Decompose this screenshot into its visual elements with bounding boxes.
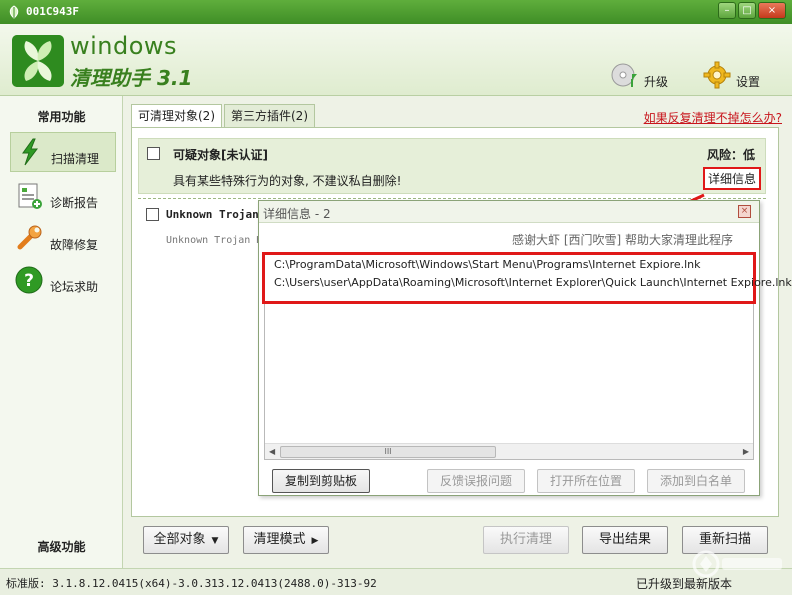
app-leaf-icon: [9, 5, 19, 19]
item-checkbox[interactable]: [146, 208, 159, 221]
svg-text:?: ?: [24, 271, 34, 291]
maximize-button[interactable]: □: [738, 2, 756, 19]
execute-clean-button[interactable]: 执行清理: [483, 526, 569, 554]
sidebar-item-forum[interactable]: ? 论坛求助: [10, 260, 116, 300]
lightning-icon: [22, 138, 38, 166]
sidebar-item-label: 故障修复: [50, 237, 99, 252]
upgrade-label: 升级: [644, 75, 669, 89]
sidebar-item-scan[interactable]: 扫描清理: [10, 132, 116, 172]
item-description: Unknown Trojan H: [166, 235, 263, 246]
brand-subtitle: 清理助手 3.1: [70, 66, 193, 90]
item-checkbox[interactable]: [147, 147, 160, 160]
clean-mode-menu[interactable]: 清理模式 ▶: [243, 526, 329, 554]
common-functions-heading: 常用功能: [37, 110, 86, 124]
window-controls: – □ ×: [718, 2, 786, 19]
minimize-button[interactable]: –: [718, 2, 736, 19]
status-bar: 标准版: 3.1.8.12.0415(x64)-3.0.313.12.0413(…: [0, 568, 792, 595]
copy-to-clipboard-button[interactable]: 复制到剪贴板: [272, 469, 370, 493]
watermark-logo-icon: [692, 550, 782, 578]
divider: [138, 198, 766, 199]
sidebar-item-label: 诊断报告: [50, 195, 99, 210]
logo-icon: [12, 35, 64, 87]
sidebar-item-repair[interactable]: 故障修复: [10, 218, 116, 258]
path-item[interactable]: C:\Users\user\AppData\Roaming\Microsoft\…: [274, 276, 792, 289]
dialog-title: 详细信息 - 2: [263, 207, 331, 221]
upgrade-cd-icon: [611, 63, 637, 87]
report-false-positive-button[interactable]: 反馈误报问题: [427, 469, 525, 493]
chevron-right-icon: ▶: [311, 536, 319, 546]
help-link[interactable]: 如果反复清理不掉怎么办?: [644, 109, 782, 126]
title-bar: 001C943F – □ ×: [0, 0, 792, 24]
scroll-thumb[interactable]: III: [280, 446, 496, 458]
settings-button[interactable]: 设置: [702, 56, 760, 90]
sidebar-item-report[interactable]: 诊断报告: [10, 176, 116, 216]
dialog-title-bar: 详细信息 - 2 ×: [259, 201, 759, 223]
version-text: 标准版: 3.1.8.12.0415(x64)-3.0.313.12.0413(…: [6, 577, 377, 590]
add-whitelist-button[interactable]: 添加到白名单: [647, 469, 745, 493]
list-item[interactable]: 可疑对象[未认证] 风险：低 具有某些特殊行为的对象, 不建议私自删除! 详细信…: [138, 138, 766, 194]
detail-link[interactable]: 详细信息: [702, 167, 761, 190]
sidebar: 常用功能 扫描清理 诊断报告 故障修复 ? 论坛求助 高级功能: [0, 96, 123, 568]
item-title: 可疑对象[未认证]: [173, 148, 268, 162]
tab-plugins[interactable]: 第三方插件(2): [224, 104, 315, 128]
thanks-text: 感谢大虾 [西门吹雪] 帮助大家清理此程序: [512, 233, 733, 247]
horizontal-scrollbar[interactable]: ◀ III ▶: [265, 443, 753, 459]
close-icon[interactable]: ×: [738, 205, 751, 218]
bottom-toolbar: 全部对象 ▼ 清理模式 ▶ 执行清理 导出结果 重新扫描: [131, 517, 779, 568]
window-title: 001C943F: [26, 5, 79, 18]
scroll-right-icon[interactable]: ▶: [743, 447, 749, 456]
app-header: windows 清理助手 3.1 升级 设置: [0, 24, 792, 96]
open-location-button[interactable]: 打开所在位置: [537, 469, 635, 493]
path-listbox: ◀ III ▶: [264, 304, 754, 460]
report-icon: [18, 183, 42, 209]
gear-icon: [703, 61, 731, 89]
close-button[interactable]: ×: [758, 2, 786, 19]
scroll-left-icon[interactable]: ◀: [269, 447, 275, 456]
item-description: 具有某些特殊行为的对象, 不建议私自删除!: [173, 174, 402, 188]
upgrade-button[interactable]: 升级: [610, 56, 668, 90]
export-results-button[interactable]: 导出结果: [582, 526, 668, 554]
help-icon: ?: [15, 266, 43, 294]
path-item[interactable]: C:\ProgramData\Microsoft\Windows\Start M…: [274, 258, 701, 271]
tab-strip: 可清理对象(2) 第三方插件(2): [131, 104, 317, 128]
sidebar-item-label: 论坛求助: [50, 279, 99, 294]
risk-label: 风险：低: [706, 148, 755, 162]
all-objects-dropdown[interactable]: 全部对象 ▼: [143, 526, 229, 554]
tab-cleanable[interactable]: 可清理对象(2): [131, 104, 222, 128]
brand-name: windows: [70, 32, 178, 60]
detail-dialog: 详细信息 - 2 × 感谢大虾 [西门吹雪] 帮助大家清理此程序 C:\Prog…: [258, 200, 792, 496]
path-list: C:\ProgramData\Microsoft\Windows\Start M…: [262, 252, 792, 304]
item-title: Unknown Trojan: [166, 208, 259, 221]
wrench-icon: [17, 225, 42, 250]
settings-label: 设置: [736, 75, 761, 89]
chevron-down-icon: ▼: [211, 536, 219, 546]
advanced-functions-heading[interactable]: 高级功能: [0, 538, 123, 555]
sidebar-item-label: 扫描清理: [51, 151, 100, 166]
